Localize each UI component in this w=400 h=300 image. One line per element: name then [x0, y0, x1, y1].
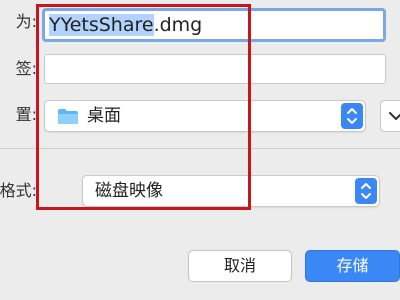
stepper-arrows-icon [341, 103, 363, 129]
location-popup[interactable]: 桌面 [44, 100, 366, 132]
section-divider [0, 148, 400, 149]
chevron-down-icon [389, 112, 400, 120]
filename-extension: .dmg [153, 14, 203, 36]
tags-input[interactable] [44, 54, 386, 84]
cancel-button[interactable]: 取消 [188, 250, 292, 282]
save-as-label: 为: [15, 12, 37, 31]
tags-label: 签: [15, 59, 37, 78]
folder-icon [58, 109, 78, 124]
where-label: 置: [15, 105, 37, 124]
save-button[interactable]: 存储 [305, 250, 400, 282]
expand-dialog-button[interactable] [380, 100, 400, 132]
location-value: 桌面 [87, 106, 121, 126]
format-label: 格式: [0, 181, 37, 200]
stepper-arrows-icon [355, 178, 377, 204]
format-value: 磁盘映像 [95, 181, 163, 201]
filename-selected-text: YYetsShare [49, 14, 154, 36]
filename-input[interactable]: YYetsShare.dmg [42, 8, 386, 42]
format-popup[interactable]: 磁盘映像 [82, 175, 380, 207]
